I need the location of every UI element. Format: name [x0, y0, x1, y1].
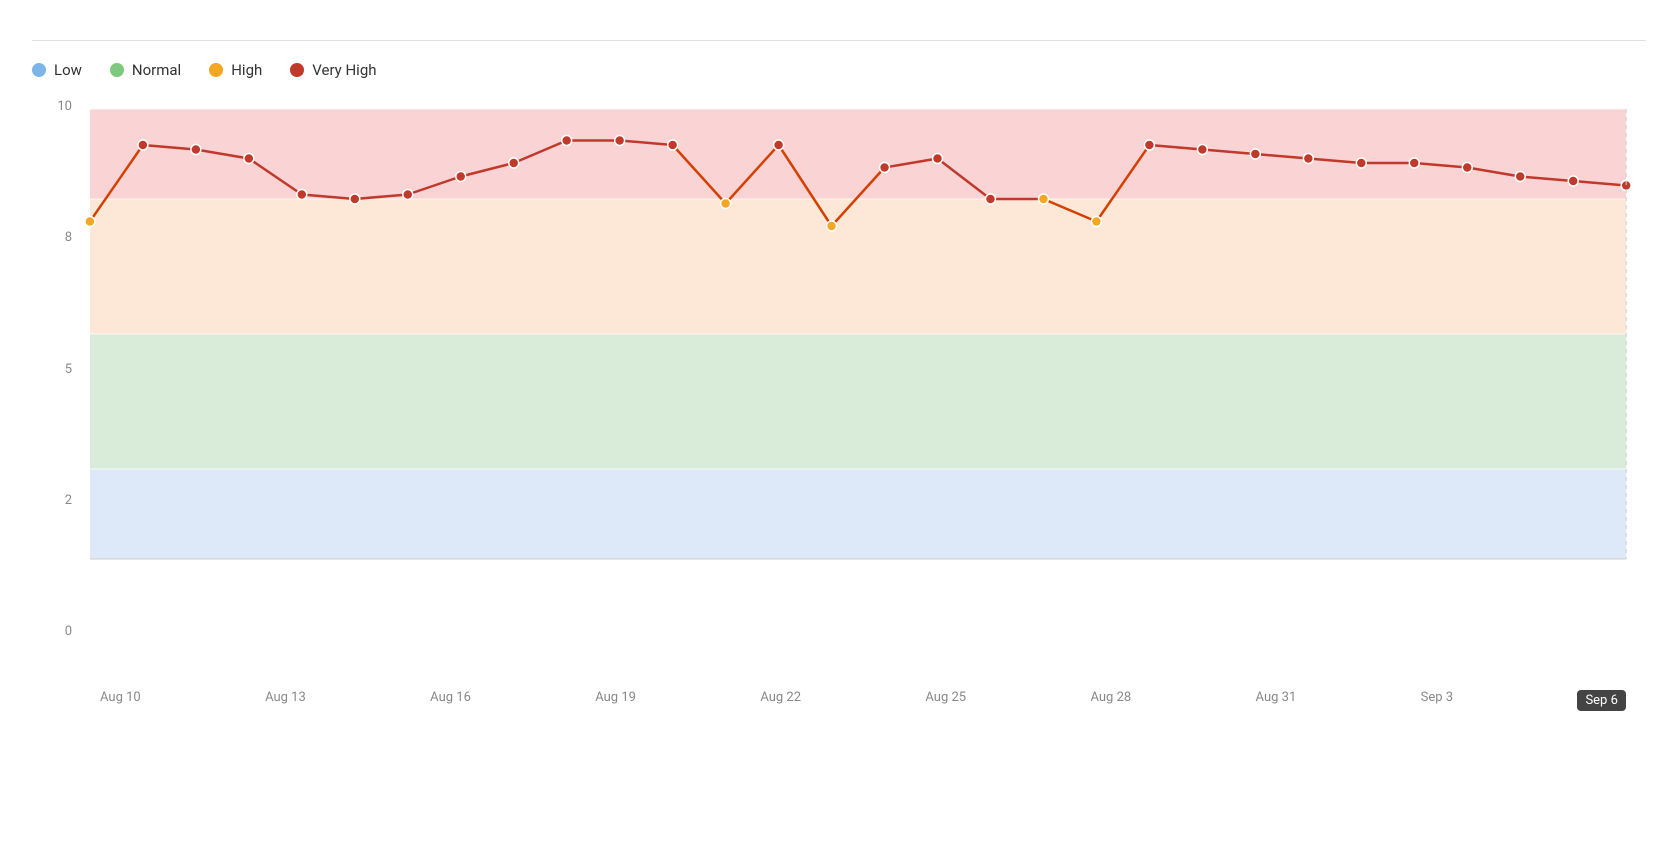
- y-label-0: 0: [65, 624, 72, 639]
- y-axis: 10 8 5 2 0: [32, 99, 80, 639]
- legend-item-high: High: [209, 61, 262, 79]
- legend-label: Normal: [132, 61, 181, 79]
- x-label-aug-10: Aug 10: [100, 690, 141, 711]
- x-label-aug-19: Aug 19: [595, 690, 636, 711]
- score-section: [1630, 24, 1646, 26]
- x-label-aug-16: Aug 16: [430, 690, 471, 711]
- header-divider: [32, 40, 1646, 41]
- x-label-sep-3: Sep 3: [1421, 690, 1453, 711]
- legend-item-low: Low: [32, 61, 82, 79]
- page-header: [32, 24, 1646, 28]
- y-label-2: 2: [65, 493, 72, 508]
- x-label-aug-28: Aug 28: [1090, 690, 1131, 711]
- legend-label: Low: [54, 61, 82, 79]
- x-label-aug-22: Aug 22: [760, 690, 801, 711]
- legend-dot: [290, 63, 304, 77]
- y-label-5: 5: [65, 362, 72, 377]
- chart-container: [80, 99, 1646, 639]
- x-label-sep-6: Sep 6: [1577, 690, 1625, 711]
- legend-label: High: [231, 61, 262, 79]
- legend-dot: [110, 63, 124, 77]
- legend: Low Normal High Very High: [32, 61, 1646, 79]
- legend-dot: [209, 63, 223, 77]
- legend-item-very-high: Very High: [290, 61, 376, 79]
- x-label-aug-31: Aug 31: [1256, 690, 1297, 711]
- chart-area: 10 8 5 2 0 Aug 10Aug 13Aug 16Aug 19Aug 2…: [32, 99, 1646, 679]
- chart-svg: [80, 99, 1646, 639]
- y-label-10: 10: [57, 99, 72, 114]
- x-axis: Aug 10 Aug 13 Aug 16 Aug 19 Aug 22 Aug 25 Aug …: [80, 690, 1646, 711]
- y-label-8: 8: [65, 230, 72, 245]
- x-label-aug-13: Aug 13: [265, 690, 306, 711]
- legend-item-normal: Normal: [110, 61, 181, 79]
- legend-dot: [32, 63, 46, 77]
- x-label-aug-25: Aug 25: [925, 690, 966, 711]
- legend-label: Very High: [312, 61, 376, 79]
